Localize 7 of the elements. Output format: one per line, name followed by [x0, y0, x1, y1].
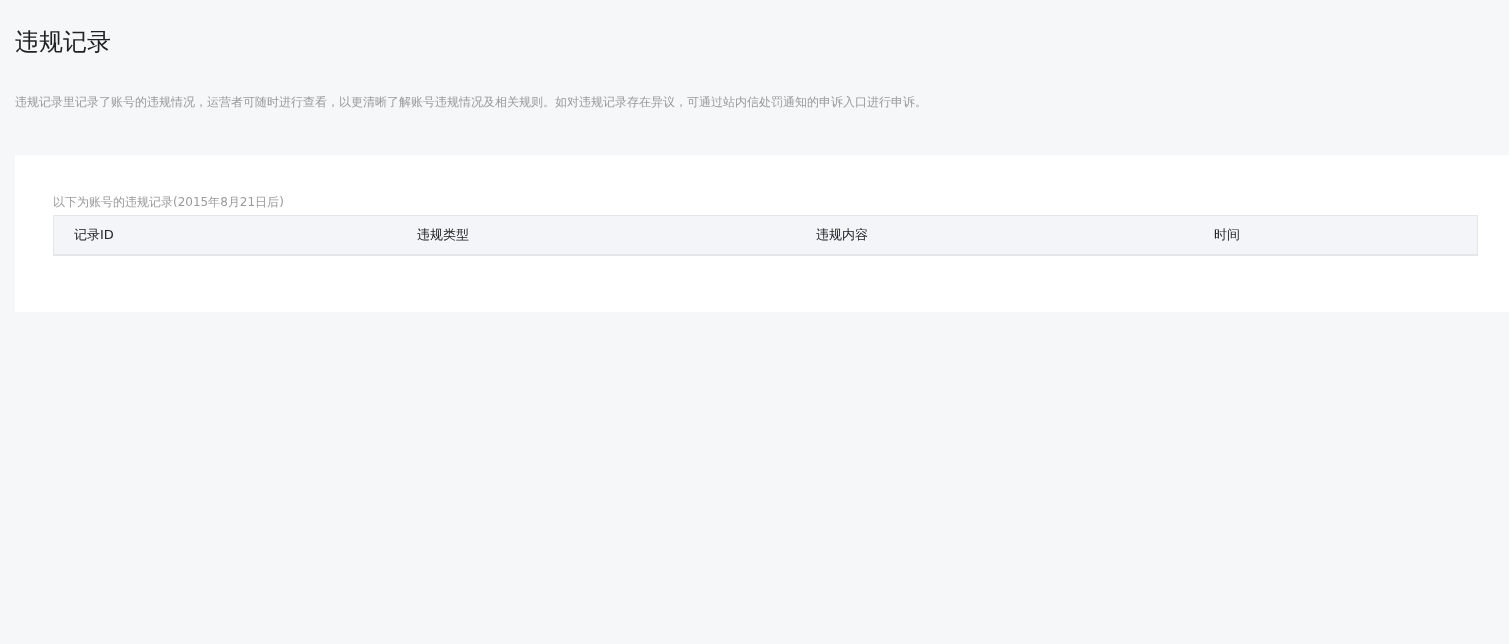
column-header: 违规类型	[416, 226, 470, 244]
column-header: 违规内容	[815, 226, 869, 244]
column-header: 时间	[1213, 226, 1241, 244]
page-title: 违规记录	[15, 27, 112, 58]
column-header: 记录ID	[73, 226, 115, 244]
records-caption: 以下为账号的违规记录(2015年8月21日后)	[53, 194, 285, 211]
page-description: 违规记录里记录了账号的违规情况，运营者可随时进行查看，以更清晰了解账号违规情况及相关规则。如对违规记录存在异议，可通过站内信处罚通知的申诉入口进行申诉。	[15, 94, 928, 111]
